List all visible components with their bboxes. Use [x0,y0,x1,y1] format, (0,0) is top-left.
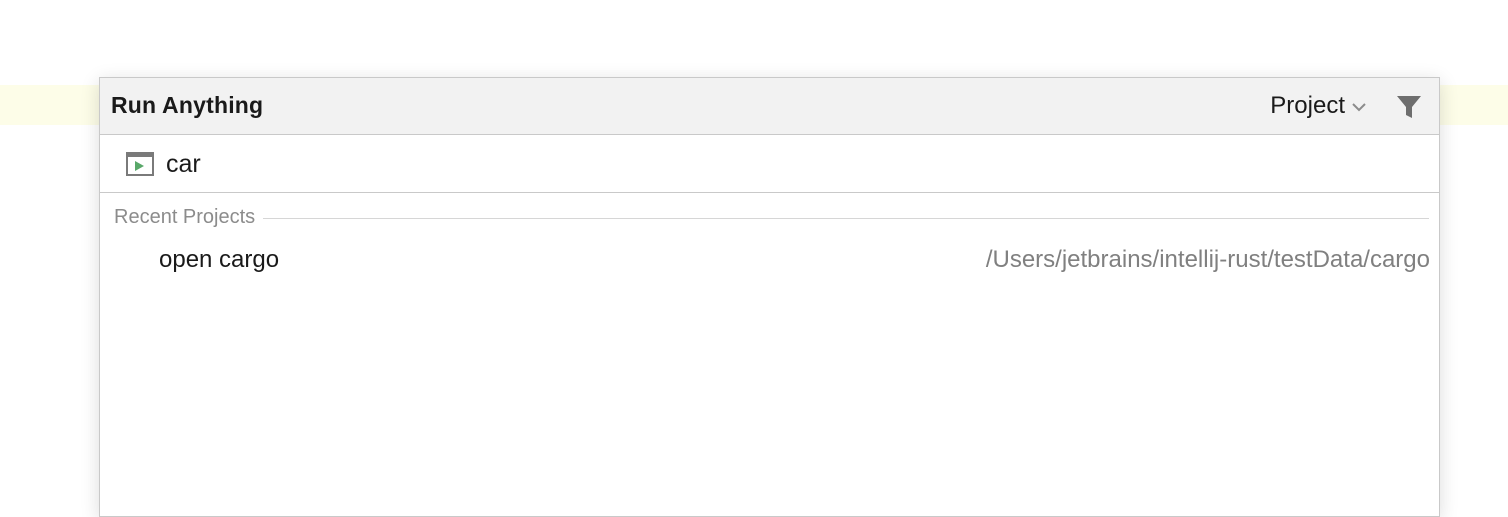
run-configuration-icon [126,152,154,176]
search-row [100,135,1439,193]
popup-title: Run Anything [111,92,264,118]
list-item-path: /Users/jetbrains/intellij-rust/testData/… [985,246,1430,273]
list-item-label: open cargo [159,246,280,273]
section-header-recent-projects: Recent Projects [114,204,1429,230]
filter-icon[interactable] [1395,93,1423,121]
scope-selector[interactable]: Project [1270,92,1367,120]
popup-header: Run Anything Project [100,78,1439,135]
chevron-down-icon [1352,103,1366,112]
run-anything-popup: Run Anything Project Recent Projects ope… [99,77,1440,517]
search-input[interactable] [166,147,1416,181]
section-label: Recent Projects [114,205,256,228]
scope-selector-label: Project [1270,92,1345,119]
section-divider [263,217,1429,219]
list-item[interactable]: open cargo /Users/jetbrains/intellij-rus… [100,242,1439,282]
